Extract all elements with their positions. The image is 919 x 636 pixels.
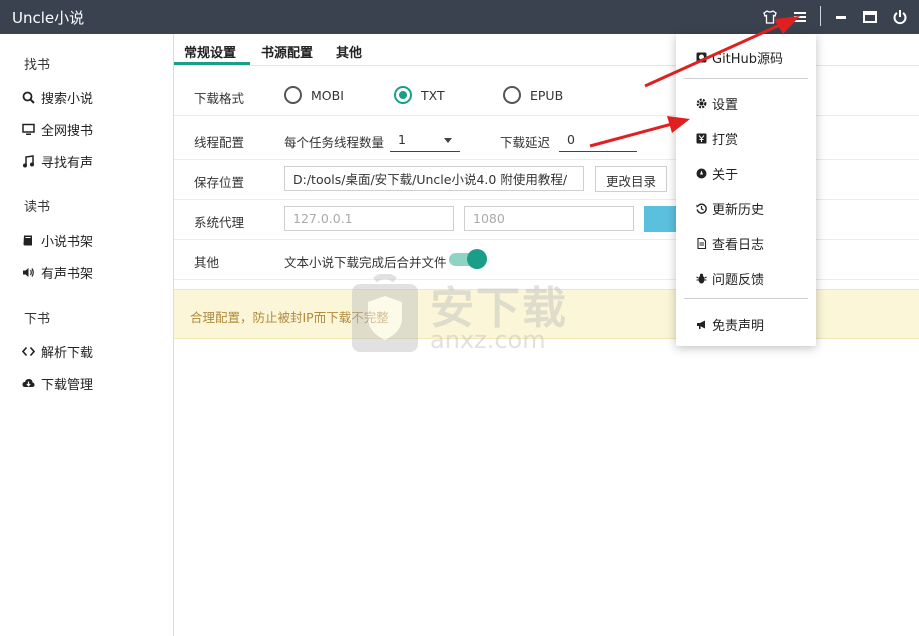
change-directory-button[interactable]: 更改目录 — [595, 166, 668, 192]
save-path-input[interactable] — [284, 166, 584, 191]
app-title: Uncle小说 — [12, 9, 85, 27]
menu-item-update-history[interactable]: 更新历史 — [696, 199, 764, 218]
tab-source-config[interactable]: 书源配置 — [261, 42, 313, 61]
radio-circle — [284, 86, 302, 104]
menu-item-label: 问题反馈 — [712, 273, 765, 288]
format-radio-txt[interactable]: TXT — [394, 86, 445, 104]
radio-label: MOBI — [311, 87, 344, 103]
save-location-label: 保存位置 — [194, 175, 245, 190]
monitor-icon — [22, 123, 35, 135]
yen-icon — [696, 133, 707, 144]
proxy-apply-button[interactable] — [644, 206, 676, 232]
megaphone-icon — [697, 320, 705, 329]
sidebar-item-label: 有声书架 — [41, 267, 94, 282]
radio-circle-checked — [394, 86, 412, 104]
radio-label: EPUB — [530, 87, 564, 103]
sidebar-item-audio-shelf[interactable]: 有声书架 — [22, 263, 93, 282]
cloud-download-icon — [22, 378, 35, 387]
tab-general-settings[interactable]: 常规设置 — [184, 42, 236, 61]
sidebar: 找书 搜索小说 全网搜书 寻找有声 读书 小说书架 有声书架 下书 解析下载 下… — [0, 34, 174, 636]
sidebar-item-label: 寻找有声 — [41, 156, 94, 171]
menu-item-about[interactable]: 关于 — [696, 164, 738, 183]
sidebar-item-find-audio[interactable]: 寻找有声 — [22, 152, 93, 171]
sidebar-item-web-search[interactable]: 全网搜书 — [22, 120, 93, 139]
sidebar-section-download: 下书 — [24, 312, 51, 327]
format-radio-epub[interactable]: EPUB — [503, 86, 563, 104]
watermark-en: anxz.com — [430, 326, 546, 354]
sidebar-item-download-manager[interactable]: 下载管理 — [22, 374, 93, 393]
sidebar-section-find: 找书 — [24, 58, 51, 73]
github-icon — [696, 52, 707, 63]
threads-select[interactable]: 1 — [390, 128, 460, 152]
sidebar-item-parse-download[interactable]: 解析下载 — [22, 342, 93, 361]
other-label: 其他 — [194, 255, 220, 270]
book-icon — [23, 235, 32, 246]
chevron-down-icon — [444, 138, 452, 143]
file-icon — [697, 238, 707, 249]
threads-label: 线程配置 — [194, 135, 245, 150]
minimize-icon[interactable] — [829, 5, 853, 29]
active-tab-indicator — [174, 62, 250, 65]
menu-item-donate[interactable]: 打赏 — [696, 129, 738, 148]
search-icon — [22, 91, 35, 104]
sidebar-item-label: 下载管理 — [41, 378, 94, 393]
tshirt-icon[interactable] — [758, 5, 782, 29]
tab-other[interactable]: 其他 — [336, 42, 362, 61]
radio-circle — [503, 86, 521, 104]
sidebar-item-search-novel[interactable]: 搜索小说 — [22, 88, 93, 107]
menu-separator — [684, 78, 808, 79]
titlebar-divider — [820, 6, 821, 26]
sidebar-section-read: 读书 — [24, 200, 51, 215]
sidebar-item-label: 解析下载 — [41, 346, 94, 361]
watermark: 安下载 anxz.com — [350, 272, 590, 362]
code-icon — [22, 346, 35, 357]
download-delay-label: 下载延迟 — [500, 135, 551, 150]
menu-item-label: 查看日志 — [712, 238, 765, 253]
power-icon[interactable] — [888, 5, 912, 29]
merge-files-toggle[interactable] — [449, 249, 487, 269]
maximize-icon[interactable] — [858, 5, 882, 29]
sidebar-item-novel-shelf[interactable]: 小说书架 — [22, 231, 93, 250]
title-bar: Uncle小说 — [0, 0, 919, 34]
sidebar-item-label: 全网搜书 — [41, 124, 94, 139]
delay-select-value: 0 — [567, 132, 575, 147]
shield-logo-icon — [352, 274, 418, 352]
threads-select-value: 1 — [398, 132, 406, 147]
merge-files-label: 文本小说下载完成后合并文件 — [284, 255, 447, 270]
format-label: 下载格式 — [194, 91, 245, 106]
menu-item-label: 免责声明 — [712, 319, 765, 334]
proxy-port-input[interactable] — [464, 206, 634, 231]
radio-label: TXT — [421, 87, 445, 103]
sidebar-item-label: 搜索小说 — [41, 92, 94, 107]
format-radio-mobi[interactable]: MOBI — [284, 86, 344, 104]
volume-icon — [23, 268, 34, 277]
proxy-host-input[interactable] — [284, 206, 454, 231]
toggle-knob — [467, 249, 487, 269]
per-task-threads-label: 每个任务线程数量 — [284, 135, 385, 150]
menu-item-label: 设置 — [712, 98, 739, 113]
proxy-label: 系统代理 — [194, 215, 245, 230]
menu-item-view-log[interactable]: 查看日志 — [696, 234, 764, 253]
menu-item-settings[interactable]: 设置 — [696, 94, 738, 113]
menu-separator — [684, 298, 808, 299]
delay-select[interactable]: 0 — [559, 128, 637, 152]
menu-item-label: 关于 — [712, 168, 739, 183]
menu-item-label: GitHub源码 — [712, 52, 784, 67]
menu-item-label: 打赏 — [712, 133, 739, 148]
gear-icon — [696, 98, 707, 109]
bug-icon — [696, 273, 707, 284]
main-menu-dropdown: GitHub源码 设置 打赏 关于 更新历史 查看日志 问题反馈 免责声明 — [676, 34, 816, 346]
menu-item-label: 更新历史 — [712, 203, 765, 218]
hamburger-menu-icon[interactable] — [788, 5, 812, 29]
sidebar-item-label: 小说书架 — [41, 235, 94, 250]
history-icon — [696, 203, 707, 214]
compass-icon — [696, 168, 707, 179]
menu-item-github[interactable]: GitHub源码 — [696, 48, 783, 67]
music-icon — [23, 155, 34, 168]
menu-item-disclaimer[interactable]: 免责声明 — [696, 315, 764, 334]
menu-item-feedback[interactable]: 问题反馈 — [696, 269, 764, 288]
